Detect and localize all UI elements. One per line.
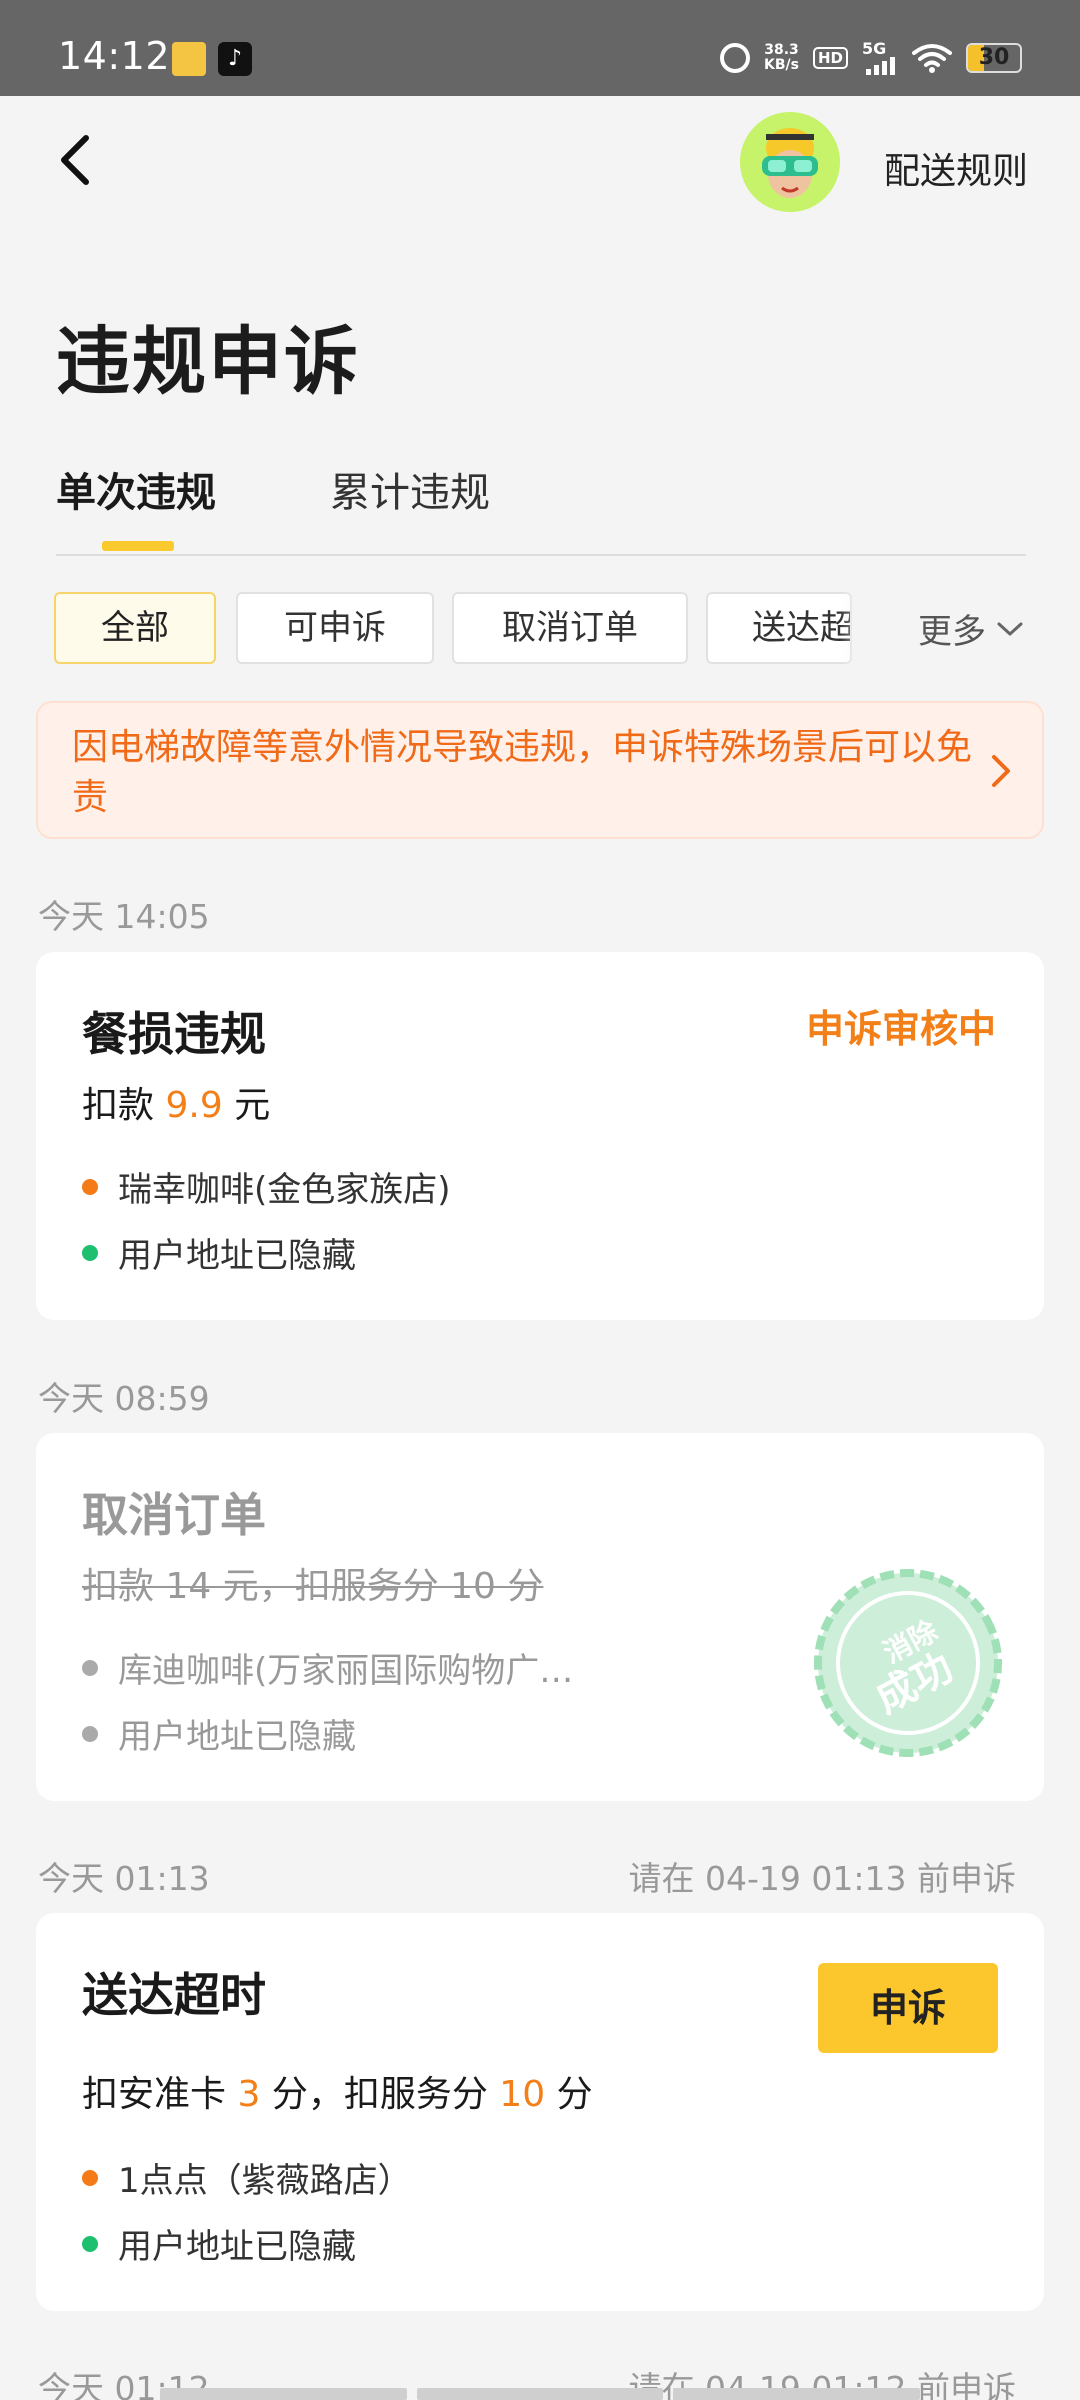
record-time: 今天 14:05 <box>38 897 210 936</box>
avatar[interactable] <box>740 112 840 212</box>
violation-card[interactable]: 取消订单 扣款 14 元，扣服务分 10 分 库迪咖啡(万家丽国际购物广… 用户… <box>36 1433 1044 1801</box>
more-filters-button[interactable]: 更多 <box>918 604 1024 653</box>
filter-chip-appealable[interactable]: 可申诉 <box>236 592 434 664</box>
penalty-prefix: 扣款 <box>82 1085 155 1126</box>
notice-text: 因电梯故障等意外情况导致违规，申诉特殊场景后可以免责 <box>72 727 973 818</box>
penalty-text: 扣款 14 元，扣服务分 10 分 <box>82 1566 544 1607</box>
filter-chip-late-delivery[interactable]: 送达超时 <box>706 592 852 664</box>
status-time: 14:12 <box>58 34 171 78</box>
store-line: 1点点（紫薇路店） <box>82 2153 412 2202</box>
store-name: 瑞幸咖啡(金色家族店) <box>118 1170 451 1210</box>
filter-chip-all[interactable]: 全部 <box>54 592 216 664</box>
store-dot-icon <box>82 1659 98 1676</box>
net-speed: 38.3 KB/s <box>764 43 799 73</box>
mascot-icon <box>740 112 840 212</box>
net-speed-value: 38.3 <box>764 42 799 58</box>
status-bar: 14:12 ♪ 38.3 KB/s HD 5G 30 <box>0 0 1080 96</box>
violation-title: 取消订单 <box>82 1488 266 1542</box>
customer-address: 用户地址已隐藏 <box>118 1236 356 1276</box>
penalty-card-value: 3 <box>237 2074 261 2115</box>
penalty-part-c: 分 <box>556 2074 593 2115</box>
wifi-icon <box>912 44 952 73</box>
violation-title: 送达超时 <box>82 1968 266 2022</box>
home-indicator <box>160 2388 921 2400</box>
store-name: 1点点（紫薇路店） <box>118 2161 412 2201</box>
filter-chip-cancel-order[interactable]: 取消订单 <box>452 592 688 664</box>
store-line: 瑞幸咖啡(金色家族店) <box>82 1162 451 1211</box>
tabs-divider <box>56 554 1026 556</box>
chip-scroll-fade <box>840 582 880 674</box>
chevron-right-icon <box>992 755 1010 787</box>
customer-address: 用户地址已隐藏 <box>118 2227 356 2267</box>
status-icons: 38.3 KB/s HD 5G 30 <box>720 38 1022 78</box>
violation-title: 餐损违规 <box>82 1007 266 1061</box>
penalty-part-a: 扣安准卡 <box>82 2074 227 2115</box>
tab-active-indicator <box>102 541 174 551</box>
address-line: 用户地址已隐藏 <box>82 2219 356 2268</box>
chevron-down-icon <box>997 622 1023 635</box>
violation-card[interactable]: 送达超时 申诉 扣安准卡 3 分，扣服务分 10 分 1点点（紫薇路店） 用户地… <box>36 1913 1044 2311</box>
page-title: 违规申诉 <box>56 319 360 405</box>
battery-icon: 30 <box>966 43 1022 73</box>
record-time: 今天 01:13 <box>38 1859 210 1898</box>
penalty-text: 扣款 9.9 元 <box>82 1076 270 1128</box>
address-dot-icon <box>82 2235 98 2252</box>
signal-icon: 5G <box>862 39 898 75</box>
delivery-rules-link[interactable]: 配送规则 <box>884 142 1028 194</box>
appeal-deadline: 请在 04-19 01:13 前申诉 <box>628 1859 1016 1898</box>
address-line: 用户地址已隐藏 <box>82 1709 356 1758</box>
hd-icon: HD <box>812 47 848 69</box>
violation-card[interactable]: 餐损违规 申诉审核中 扣款 9.9 元 瑞幸咖啡(金色家族店) 用户地址已隐藏 <box>36 952 1044 1320</box>
store-dot-icon <box>82 1178 98 1195</box>
address-dot-icon <box>82 1244 98 1261</box>
chevron-left-icon[interactable] <box>50 130 100 190</box>
tab-single-violation[interactable]: 单次违规 <box>56 460 216 518</box>
penalty-score-value: 10 <box>499 2074 546 2115</box>
appeal-button[interactable]: 申诉 <box>818 1963 998 2053</box>
tiktok-icon: ♪ <box>218 42 252 76</box>
penalty-suffix: 元 <box>234 1085 271 1126</box>
address-line: 用户地址已隐藏 <box>82 1228 356 1277</box>
store-name: 库迪咖啡(万家丽国际购物广… <box>118 1651 574 1691</box>
exemption-notice-banner[interactable]: 因电梯故障等意外情况导致违规，申诉特殊场景后可以免责 <box>36 701 1044 839</box>
tab-cumulative-violation[interactable]: 累计违规 <box>330 460 490 518</box>
app-notification-icon <box>172 42 206 76</box>
status-badge: 申诉审核中 <box>805 1007 996 1051</box>
store-dot-icon <box>82 2169 98 2186</box>
store-line: 库迪咖啡(万家丽国际购物广… <box>82 1643 573 1692</box>
more-filters-label: 更多 <box>918 612 986 652</box>
address-dot-icon <box>82 1725 98 1742</box>
penalty-amount: 9.9 <box>165 1085 223 1126</box>
penalty-part-b: 分，扣服务分 <box>271 2074 488 2115</box>
record-time: 今天 08:59 <box>38 1379 210 1418</box>
battery-level: 30 <box>978 45 1010 70</box>
alarm-icon <box>720 43 751 73</box>
customer-address: 用户地址已隐藏 <box>118 1717 356 1757</box>
success-stamp-icon: 消除 成功 <box>814 1569 1002 1757</box>
penalty-text: 扣安准卡 3 分，扣服务分 10 分 <box>82 2065 593 2117</box>
net-speed-unit: KB/s <box>764 57 799 73</box>
